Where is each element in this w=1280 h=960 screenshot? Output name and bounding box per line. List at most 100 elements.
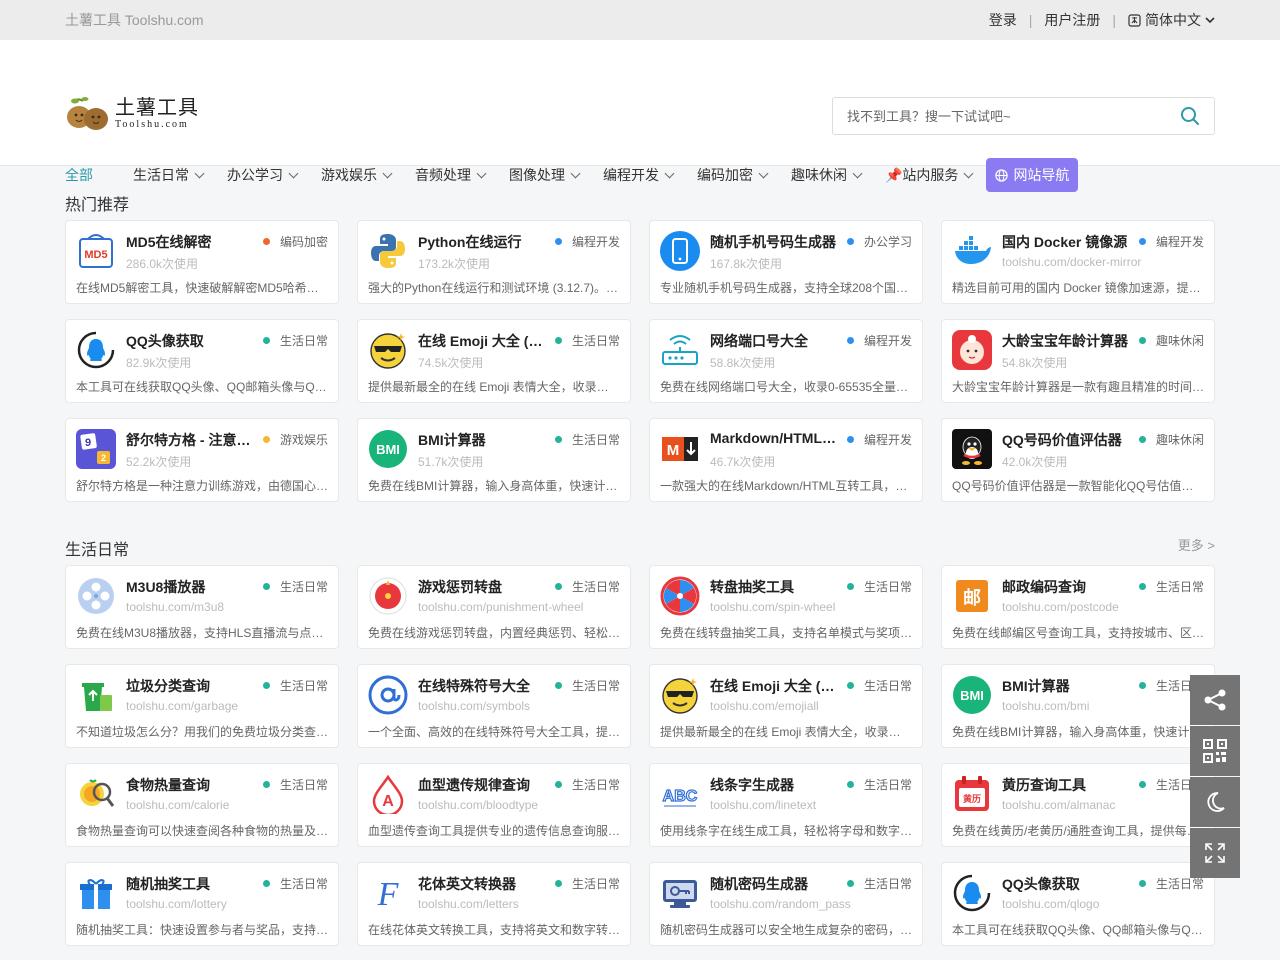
category-dot [554, 583, 562, 590]
site-nav-button[interactable]: 网站导航 [986, 158, 1079, 192]
tool-description: 不知道垃圾怎么分？用我们的免费垃圾分类查… [76, 725, 328, 739]
tool-card[interactable]: QQ头像获取 生活日常 82.9k次使用 本工具可在线获取QQ头像、QQ邮箱头像与Q… [65, 319, 339, 403]
tool-subtitle: 42.0k次使用 [1002, 455, 1068, 469]
tool-subtitle: toolshu.com/spin-wheel [710, 600, 836, 614]
tool-title: Python在线运行 [418, 234, 522, 250]
tool-card[interactable]: 随机密码生成器 生活日常 toolshu.com/random_pass 随机密码生成… [649, 862, 923, 946]
tool-card[interactable]: 9 2 舒尔特方格 - 注意… 游戏娱乐 52.2k次使用 舒尔特方格是一种注意力训练游戏… [65, 418, 339, 502]
docker-icon [952, 231, 992, 271]
almanac-icon: 黄历 [952, 774, 992, 814]
tool-description: 免费在线BMI计算器，输入身高体重，快速计… [368, 479, 618, 493]
tool-description: 强大的Python在线运行和测试环境 (3.12.7)。… [368, 281, 619, 295]
category-label: 办公学习 [863, 235, 912, 249]
tool-subtitle: toolshu.com/m3u8 [126, 600, 225, 614]
tool-card[interactable]: 游戏惩罚转盘 生活日常 toolshu.com/punishment-wheel 免费… [357, 565, 631, 649]
tool-title: 随机密码生成器 [710, 876, 808, 892]
nav-item-games[interactable]: 游戏娱乐 [321, 165, 393, 185]
svg-text:ABC: ABC [663, 788, 698, 805]
tool-card[interactable]: BMI BMI计算器 生活日常 51.7k次使用 免费在线BMI计算器，输入身高体重，快… [357, 418, 631, 502]
category-tag: 生活日常 [554, 431, 620, 448]
tool-title: 邮政编码查询 [1002, 579, 1086, 595]
svg-text:M: M [667, 442, 680, 459]
tool-card[interactable]: F 花体英文转换器 生活日常 toolshu.com/letters 在线花体英文转换工… [357, 862, 631, 946]
tool-description: 免费在线网络端口号大全，收录0-65535全量… [660, 380, 909, 394]
nav-item-services[interactable]: 📌站内服务 [885, 165, 974, 185]
tool-title: QQ头像获取 [1002, 876, 1080, 892]
category-tag: 办公学习 [846, 233, 912, 250]
tool-description: 免费在线邮编区号查询工具，支持按城市、区… [952, 626, 1204, 640]
nav-item-audio[interactable]: 音频处理 [415, 165, 487, 185]
svg-text:邮: 邮 [963, 587, 981, 609]
tool-card[interactable]: 转盘抽奖工具 生活日常 toolshu.com/spin-wheel 免费在线转盘抽奖… [649, 565, 923, 649]
tool-title: 游戏惩罚转盘 [418, 579, 502, 595]
search-input[interactable] [847, 108, 1180, 124]
markdown-icon: M [660, 429, 700, 469]
tool-description: QQ号码价值评估器是一款智能化QQ号估值… [952, 479, 1194, 493]
category-label: 生活日常 [279, 334, 328, 348]
tool-description: 一款强大的在线Markdown/HTML互转工具，… [660, 479, 908, 493]
nav-item-daily[interactable]: 生活日常 [133, 165, 205, 185]
register-link[interactable]: 用户注册 [1044, 10, 1100, 30]
tool-card[interactable]: 随机手机号码生成器 办公学习 167.8k次使用 专业随机手机号码生成器，支持全球20… [649, 220, 923, 304]
tool-subtitle: toolshu.com/docker-mirror [1002, 255, 1142, 269]
tool-title: MD5在线解密 [126, 234, 212, 250]
share-button[interactable] [1190, 675, 1240, 725]
category-dot [554, 682, 562, 689]
tool-card[interactable]: 在线 Emoji 大全 (… 生活日常 74.5k次使用 提供最新最全的在线 Emoj… [357, 319, 631, 403]
language-selector[interactable]: 简体中文 [1128, 10, 1215, 30]
category-dot [846, 781, 854, 788]
more-link[interactable]: 更多 > [1178, 535, 1215, 554]
site-logo[interactable]: 土薯工具 Toolshu.com [65, 95, 199, 131]
tool-card[interactable]: BMI BMI计算器 生活日常 toolshu.com/bmi 免费在线BMI计算器，输… [941, 664, 1215, 748]
svg-text:BMI: BMI [960, 688, 984, 703]
tool-card[interactable]: Python在线运行 编程开发 173.2k次使用 强大的Python在线运行和测试环… [357, 220, 631, 304]
qrcode-button[interactable] [1190, 726, 1240, 776]
dark-mode-button[interactable] [1190, 777, 1240, 827]
tool-card[interactable]: 随机抽奖工具 生活日常 toolshu.com/lottery 随机抽奖工具：快速设置… [65, 862, 339, 946]
qq-avatar-icon [76, 330, 116, 370]
search-icon[interactable] [1180, 106, 1200, 126]
tool-subtitle: toolshu.com/garbage [126, 699, 239, 713]
tool-card[interactable]: A 血型遗传规律查询 生活日常 toolshu.com/bloodtype 血型遗传查询… [357, 763, 631, 847]
nav-item-all[interactable]: 全部 [65, 165, 93, 185]
nav-item-encode[interactable]: 编码加密 [697, 165, 769, 185]
login-link[interactable]: 登录 [989, 10, 1017, 30]
tool-description: 本工具可在线获取QQ头像、QQ邮箱头像与Q… [952, 923, 1203, 937]
site-nav-label: 网站导航 [1013, 167, 1070, 183]
tool-card[interactable]: 黄历 黄历查询工具 生活日常 toolshu.com/almanac 免费在线黄历/老黄… [941, 763, 1215, 847]
tool-card[interactable]: 国内 Docker 镜像源 编程开发 toolshu.com/docker-mirr… [941, 220, 1215, 304]
nav-item-image[interactable]: 图像处理 [509, 165, 581, 185]
nav-item-office[interactable]: 办公学习 [227, 165, 299, 185]
daily-grid: M3U8播放器 生活日常 toolshu.com/m3u8 免费在线M3U8播放器，支… [65, 565, 1217, 946]
nav-label: 编码加密 [697, 167, 753, 183]
tool-card[interactable]: 大龄宝宝年龄计算器 趣味休闲 54.8k次使用 大龄宝宝年龄计算器是一款有趣且精准的时… [941, 319, 1215, 403]
nav-item-fun[interactable]: 趣味休闲 [791, 165, 863, 185]
tool-card[interactable]: M3U8播放器 生活日常 toolshu.com/m3u8 免费在线M3U8播放器，支… [65, 565, 339, 649]
python-icon [368, 231, 408, 271]
tool-card[interactable]: M Markdown/HTML… 编程开发 46.7k次使用 一款强大的在线Markdo… [649, 418, 923, 502]
tool-card[interactable]: 在线 Emoji 大全 (… 生活日常 toolshu.com/emojiall 提供… [649, 664, 923, 748]
category-dot [846, 880, 854, 887]
tool-card[interactable]: MD5 MD5在线解密 编码加密 286.0k次使用 在线MD5解密工具，快速破解解密M… [65, 220, 339, 304]
tool-card[interactable]: 在线特殊符号大全 生活日常 toolshu.com/symbols 一个全面、高效的在… [357, 664, 631, 748]
tool-subtitle: 58.8k次使用 [710, 356, 776, 370]
user-links: 登录 | 用户注册 | 简体中文 [989, 10, 1215, 30]
tool-card[interactable]: 垃圾分类查询 生活日常 toolshu.com/garbage 不知道垃圾怎么分？用我… [65, 664, 339, 748]
tool-card[interactable]: QQ号码价值评估器 趣味休闲 42.0k次使用 QQ号码价值评估器是一款智能化QQ号估… [941, 418, 1215, 502]
fullscreen-button[interactable] [1190, 828, 1240, 878]
tool-card[interactable]: QQ头像获取 生活日常 toolshu.com/qlogo 本工具可在线获取QQ头像、… [941, 862, 1215, 946]
tool-card[interactable]: ABC 线条字生成器 生活日常 toolshu.com/linetext 使用线条字在线… [649, 763, 923, 847]
category-label: 编程开发 [863, 334, 912, 348]
tool-card[interactable]: 食物热量查询 生活日常 toolshu.com/calorie 食物热量查询可以快速查… [65, 763, 339, 847]
nav-item-dev[interactable]: 编程开发 [603, 165, 675, 185]
tool-subtitle: toolshu.com/punishment-wheel [418, 600, 584, 614]
globe-icon [995, 168, 1009, 182]
hot-section-title: 热门推荐 [65, 197, 130, 214]
tool-description: 免费在线黄历/老黄历/通胜查询工具，提供每… [952, 824, 1199, 838]
tool-subtitle: 82.9k次使用 [126, 356, 192, 370]
tool-description: 使用线条字在线生成工具，轻松将字母和数字… [660, 824, 912, 838]
tool-subtitle: 51.7k次使用 [418, 455, 484, 469]
tool-card[interactable]: 网络端口号大全 编程开发 58.8k次使用 免费在线网络端口号大全，收录0-65535… [649, 319, 923, 403]
chevron-down-icon [194, 168, 205, 178]
tool-card[interactable]: 邮 邮政编码查询 生活日常 toolshu.com/postcode 免费在线邮编区号查… [941, 565, 1215, 649]
